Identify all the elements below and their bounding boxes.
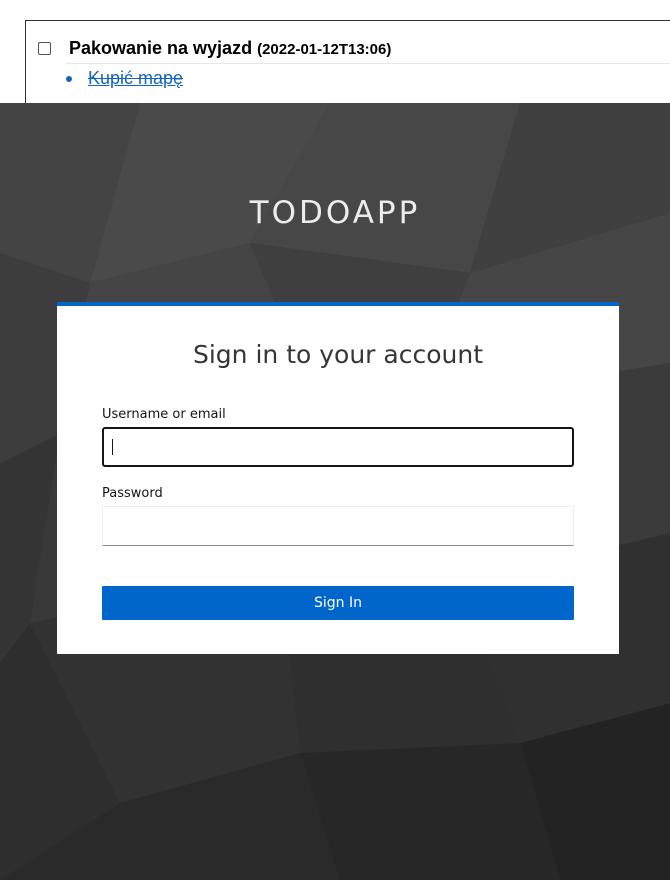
page-title: Sign in to your account	[192, 340, 483, 369]
password-field[interactable]	[102, 506, 574, 546]
todo-list-panel: Pakowanie na wyjazd (2022-01-12T13:06) K…	[0, 0, 670, 120]
todo-item-label[interactable]: Kupić mapę	[88, 68, 183, 89]
sign-in-button[interactable]: Sign In	[102, 586, 574, 620]
login-background: TODOAPP Sign in to your account Username…	[0, 103, 670, 880]
password-label: Password	[102, 486, 163, 501]
username-field[interactable]	[102, 427, 574, 467]
todo-title: Pakowanie na wyjazd (2022-01-12T13:06)	[69, 38, 391, 59]
todo-item[interactable]: Kupić mapę	[66, 68, 183, 89]
app-brand: TODOAPP	[249, 195, 421, 231]
text-cursor	[112, 439, 113, 455]
checkbox-icon[interactable]	[38, 42, 51, 55]
username-label: Username or email	[102, 407, 226, 422]
bullet-icon	[66, 75, 72, 82]
divider	[66, 63, 670, 64]
todo-title-text: Pakowanie na wyjazd	[69, 38, 253, 58]
todo-date: (2022-01-12T13:06)	[257, 41, 392, 58]
login-card: Sign in to your account Username or emai…	[57, 302, 619, 654]
